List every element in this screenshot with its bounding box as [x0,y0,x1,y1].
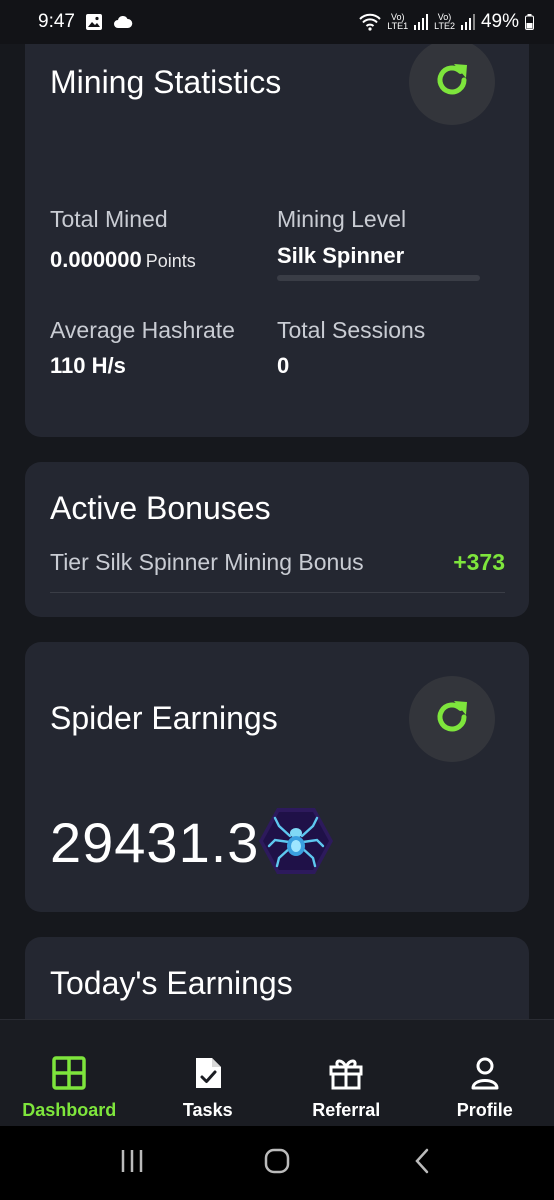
status-left: 9:47 [38,11,133,33]
active-bonuses-card: Active Bonuses Tier Silk Spinner Mining … [25,462,529,617]
status-time: 9:47 [38,11,75,32]
battery-icon [525,14,534,30]
nav-item-profile[interactable]: Profile [416,1020,554,1126]
refresh-icon [430,695,474,744]
bottom-nav: Dashboard Tasks Referral Profile [0,1019,554,1126]
mining-level-value: Silk Spinner [277,243,405,268]
total-sessions-label: Total Sessions [277,317,426,343]
average-hashrate-label: Average Hashrate [50,317,235,343]
task-document-icon [190,1055,226,1091]
nav-label-tasks: Tasks [182,1100,233,1120]
spider-earnings-title: Spider Earnings [50,700,278,736]
spider-earnings-amount: 29431.3 [50,811,260,874]
bonus-value: +373 [453,549,505,575]
total-mined-value: 0.000000 Points [50,247,196,273]
cloud-icon [113,15,133,29]
battery-percent: 49% [480,11,519,32]
grid-icon [51,1055,87,1091]
dashboard-content[interactable]: Mining Statistics Total Mined 0.000000 Po… [0,44,554,1019]
sim1-indicator: Vo) LTE1 [387,13,408,31]
mining-statistics-title: Mining Statistics [50,64,282,100]
gift-icon [328,1055,364,1091]
image-icon [85,13,103,31]
back-button[interactable] [392,1138,452,1188]
back-chevron-icon [412,1147,432,1180]
bonus-name: Tier Silk Spinner Mining Bonus [50,549,364,575]
signal-icon [414,14,429,30]
person-icon [467,1055,503,1091]
mining-refresh-button[interactable] [409,44,495,125]
status-bar: 9:47 Vo) LTE1 Vo) LTE2 49% [0,0,554,44]
active-bonuses-title: Active Bonuses [50,490,271,526]
total-mined-number: 0.000000 [50,247,142,272]
nav-item-dashboard[interactable]: Dashboard [0,1020,139,1126]
nav-label-referral: Referral [312,1100,381,1120]
nav-item-tasks[interactable]: Tasks [139,1020,278,1126]
recent-apps-button[interactable] [102,1138,162,1188]
total-mined-label: Total Mined [50,206,168,232]
spider-earnings-card: Spider Earnings 29431.3 [25,642,529,912]
nav-label-dashboard: Dashboard [22,1100,117,1120]
average-hashrate-value: 110 H/s [50,353,126,378]
bonus-row: Tier Silk Spinner Mining Bonus +373 [50,549,505,593]
nav-label-profile: Profile [456,1100,513,1120]
earnings-refresh-button[interactable] [409,676,495,762]
sim2-indicator: Vo) LTE2 [434,13,455,31]
home-icon [263,1147,291,1180]
total-mined-unit: Points [145,251,196,271]
refresh-icon [430,58,474,107]
mining-statistics-card: Mining Statistics Total Mined 0.000000 Po… [25,44,529,437]
home-button[interactable] [247,1138,307,1188]
signal-icon [460,14,475,30]
total-sessions-value: 0 [277,353,290,378]
todays-earnings-card: Today's Earnings [25,937,529,1019]
mining-level-label: Mining Level [277,206,407,232]
sim1-label-bottom: LTE1 [387,21,409,31]
wifi-icon [359,13,381,31]
system-nav-bar [0,1126,554,1200]
sim2-label-bottom: LTE2 [434,21,455,31]
nav-item-referral[interactable]: Referral [277,1020,416,1126]
recent-apps-icon [119,1148,145,1179]
todays-earnings-title: Today's Earnings [50,965,293,1001]
spider-token-icon [257,806,335,876]
screen: 9:47 Vo) LTE1 Vo) LTE2 49% Mining Statis… [0,0,554,1200]
status-right: Vo) LTE1 Vo) LTE2 49% [359,11,534,33]
mining-level-progress-bar [277,275,480,281]
